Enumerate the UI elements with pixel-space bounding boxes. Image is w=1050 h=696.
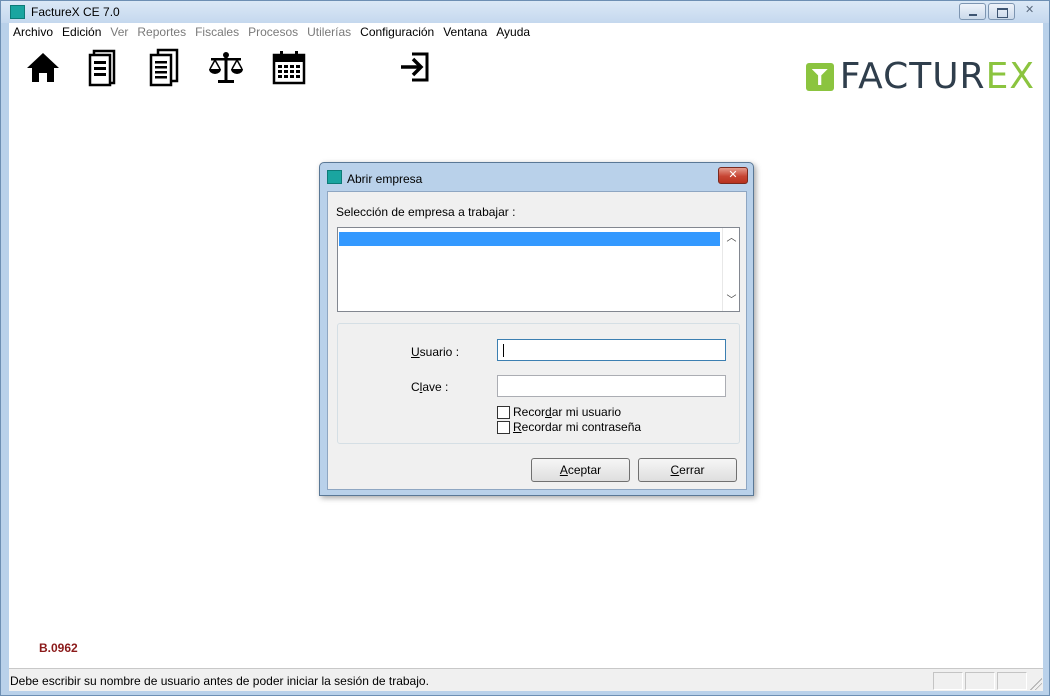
list-item[interactable] [339, 232, 720, 246]
close-window-button[interactable] [1017, 3, 1043, 20]
checkbox-icon[interactable] [497, 405, 510, 419]
home-icon [27, 53, 59, 82]
scroll-up-icon[interactable]: ︿ [723, 230, 740, 247]
listbox-scrollbar[interactable]: ︿ ﹀ [722, 228, 739, 311]
documents-icon [149, 48, 179, 87]
accept-button[interactable]: Aceptar [531, 458, 630, 482]
dialog-body: Selección de empresa a trabajar : ︿ ﹀ Us… [327, 191, 747, 490]
menu-ventana[interactable]: Ventana [439, 23, 492, 41]
app-icon [10, 5, 25, 19]
menu-archivo[interactable]: Archivo [9, 23, 58, 41]
sign-in-icon [401, 52, 429, 82]
remember-password-label: Recordar mi contraseña [513, 420, 642, 434]
resize-grip-icon[interactable] [1030, 678, 1042, 690]
document-icon [88, 49, 116, 87]
document-button[interactable] [83, 47, 123, 87]
remember-password-checkbox[interactable]: Recordar mi contraseña [497, 420, 641, 434]
usuario-input[interactable] [497, 339, 726, 361]
documents-button[interactable] [144, 47, 184, 87]
menu-edicion[interactable]: Edición [58, 23, 106, 41]
close-icon: ✕ [728, 169, 738, 181]
status-panel [997, 672, 1027, 690]
main-window: FactureX CE 7.0 Archivo Edición Ver Repo… [0, 0, 1050, 696]
menu-configuracion[interactable]: Configuración [356, 23, 439, 41]
window-title: FactureX CE 7.0 [31, 5, 120, 19]
scales-button[interactable] [206, 47, 246, 87]
dialog-title: Abrir empresa [347, 172, 423, 186]
calendar-button[interactable] [269, 47, 309, 87]
menu-procesos[interactable]: Procesos [244, 23, 303, 41]
menu-ver[interactable]: Ver [106, 23, 133, 41]
logo-text-accent: EX [985, 56, 1035, 97]
status-panel [965, 672, 995, 690]
minimize-button[interactable] [959, 3, 986, 20]
dialog-close-button[interactable]: ✕ [718, 167, 748, 184]
title-bar[interactable]: FactureX CE 7.0 [1, 1, 1049, 23]
scales-icon [209, 52, 243, 83]
remember-user-checkbox[interactable]: Recordar mi usuario [497, 405, 621, 419]
login-group: Usuario : Clave : Recordar mi usuario Re… [337, 323, 740, 444]
sign-in-button[interactable] [394, 47, 434, 87]
status-bar: Debe escribir su nombre de usuario antes… [9, 668, 1043, 691]
menu-reportes[interactable]: Reportes [133, 23, 191, 41]
build-number: B.0962 [39, 641, 78, 655]
menu-fiscales[interactable]: Fiscales [191, 23, 244, 41]
scroll-down-icon[interactable]: ﹀ [723, 292, 740, 309]
status-message: Debe escribir su nombre de usuario antes… [10, 674, 429, 688]
open-company-dialog: Abrir empresa ✕ Selección de empresa a t… [319, 162, 754, 496]
clave-input[interactable] [497, 375, 726, 397]
clave-label: Clave : [411, 380, 449, 394]
status-panel [933, 672, 963, 690]
checkbox-icon[interactable] [497, 420, 510, 434]
menu-utilerias[interactable]: Utilerías [303, 23, 356, 41]
menu-bar: Archivo Edición Ver Reportes Fiscales Pr… [9, 23, 1043, 41]
usuario-label: Usuario : [411, 345, 460, 359]
menu-ayuda[interactable]: Ayuda [492, 23, 535, 41]
close-button[interactable]: Cerrar [638, 458, 737, 482]
dialog-title-bar[interactable]: Abrir empresa ✕ [320, 163, 753, 189]
company-list-label: Selección de empresa a trabajar : [336, 205, 516, 219]
logo-text-main: FACTUR [839, 56, 986, 97]
text-caret [503, 344, 504, 357]
home-button[interactable] [23, 47, 63, 87]
maximize-button[interactable] [988, 3, 1015, 20]
logo-mark-icon [805, 63, 834, 91]
remember-user-label: Recordar mi usuario [513, 405, 622, 419]
facturex-logo: FACTUREX [805, 56, 1035, 97]
calendar-icon [272, 51, 306, 85]
company-listbox[interactable]: ︿ ﹀ [337, 227, 740, 312]
dialog-app-icon [327, 170, 342, 184]
